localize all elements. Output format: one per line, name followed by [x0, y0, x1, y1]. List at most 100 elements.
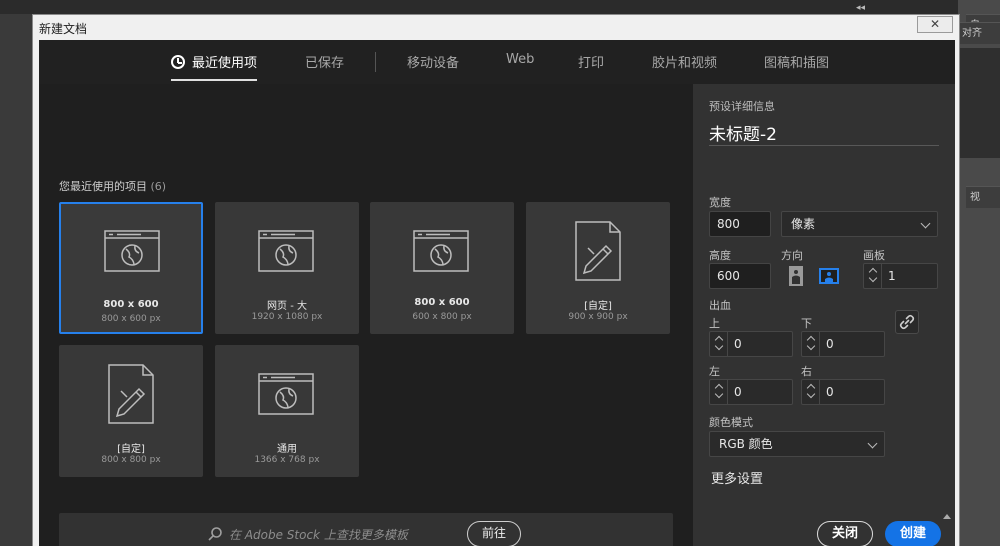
tab-mobile[interactable]: 移动设备 [407, 52, 459, 71]
preset-dimensions: 800 x 600 px [101, 314, 161, 324]
panel-tab-align[interactable]: 对齐 [958, 22, 1000, 44]
link-icon[interactable] [895, 310, 919, 334]
artboard-stepper[interactable]: 1 [863, 263, 938, 289]
bleed-bottom-value: 0 [826, 337, 834, 351]
bleed-top-stepper[interactable]: 0 [709, 331, 793, 357]
color-mode-value: RGB 颜色 [719, 437, 773, 451]
preset-card-6[interactable]: 通用 1366 x 768 px [215, 345, 359, 477]
preset-name: 网页 - 大 [267, 301, 307, 312]
preset-dimensions: 1920 x 1080 px [251, 312, 323, 322]
dialog-title: 新建文档 [39, 22, 88, 36]
stepper-arrows[interactable] [710, 332, 728, 356]
tab-active-underline [171, 79, 258, 81]
bleed-left-stepper[interactable]: 0 [709, 379, 793, 405]
preset-dimensions: 800 x 800 px [101, 455, 161, 465]
chevron-down-icon [920, 218, 931, 229]
color-mode-select[interactable]: RGB 颜色 [709, 431, 885, 457]
title-underline [709, 145, 939, 146]
chevron-down-icon [806, 341, 816, 351]
width-input[interactable]: 800 [709, 211, 771, 237]
document-pencil-icon [59, 361, 203, 427]
tab-web[interactable]: Web [506, 52, 534, 67]
chevron-down-icon [806, 389, 816, 399]
preset-name: [自定] [584, 301, 612, 312]
app-top-bar: ◂◂ [0, 0, 1000, 14]
recent-label-text: 您最近使用的项目 [59, 180, 147, 193]
unit-value: 像素 [791, 217, 816, 231]
bleed-top-label: 上 [709, 317, 720, 330]
preset-name: 通用 [277, 444, 297, 455]
panel-tab-view[interactable]: 视 [966, 186, 1000, 208]
preset-dimensions: 600 x 800 px [412, 312, 472, 322]
preset-name: 800 x 600 [414, 297, 470, 308]
height-input[interactable]: 600 [709, 263, 771, 289]
bleed-top-value: 0 [734, 337, 742, 351]
orientation-label: 方向 [781, 249, 803, 262]
preset-card-5[interactable]: [自定] 800 x 800 px [59, 345, 203, 477]
bleed-bottom-stepper[interactable]: 0 [801, 331, 885, 357]
bleed-left-value: 0 [734, 385, 742, 399]
document-pencil-icon [526, 218, 670, 284]
stepper-arrows[interactable] [802, 380, 820, 404]
preset-card-4[interactable]: [自定] 900 x 900 px [526, 202, 670, 334]
preset-details-panel: 预设详细信息 未标题-2 宽度 800 像素 高度 600 方向 画板 1 出血… [693, 84, 955, 546]
close-icon[interactable]: ✕ [917, 16, 953, 33]
chevron-down-icon [714, 341, 724, 351]
landscape-icon[interactable] [818, 265, 840, 287]
new-document-dialog: 新建文档 ✕ 最近使用项 已保存 移动设备 Web 打印 胶片和视频 图稿和插图… [32, 14, 960, 546]
collapse-panel-icon[interactable]: ◂◂ [856, 3, 865, 13]
preset-card-2[interactable]: 网页 - 大 1920 x 1080 px [215, 202, 359, 334]
tab-art-illustration[interactable]: 图稿和插图 [764, 52, 829, 71]
app-right-panel: 自 对齐 视 [958, 0, 1000, 546]
width-label: 宽度 [709, 196, 731, 209]
dialog-content: 最近使用项 已保存 移动设备 Web 打印 胶片和视频 图稿和插图 您最近使用的… [39, 40, 955, 546]
web-icon [370, 224, 514, 284]
color-mode-label: 颜色模式 [709, 416, 753, 429]
tab-print[interactable]: 打印 [578, 52, 604, 71]
preset-card-1[interactable]: 800 x 600 800 x 600 px [59, 202, 203, 334]
bleed-right-value: 0 [826, 385, 834, 399]
chevron-down-icon [868, 273, 878, 283]
stepper-arrows[interactable] [864, 264, 882, 288]
stock-search-input[interactable]: 在 Adobe Stock 上查找更多模板 [229, 526, 408, 543]
presets-panel: 您最近使用的项目 (6) 800 x 600 800 x 600 px 网页 -… [39, 84, 693, 546]
category-tabs: 最近使用项 已保存 移动设备 Web 打印 胶片和视频 图稿和插图 [39, 40, 955, 84]
tab-film-video[interactable]: 胶片和视频 [652, 52, 717, 71]
preset-name: 800 x 600 [103, 299, 159, 310]
preset-dimensions: 900 x 900 px [568, 312, 628, 322]
portrait-icon[interactable] [785, 265, 807, 287]
preset-card-3[interactable]: 800 x 600 600 x 800 px [370, 202, 514, 334]
tab-label: 最近使用项 [192, 56, 258, 71]
stepper-arrows[interactable] [710, 380, 728, 404]
recent-items-label: 您最近使用的项目 (6) [59, 178, 166, 194]
web-icon [215, 224, 359, 284]
document-name-input[interactable]: 未标题-2 [709, 120, 777, 145]
chevron-down-icon [714, 389, 724, 399]
create-button[interactable]: 创建 [885, 521, 941, 546]
tab-recent[interactable]: 最近使用项 [171, 52, 258, 81]
clock-icon [171, 55, 185, 69]
unit-select[interactable]: 像素 [781, 211, 938, 237]
close-button[interactable]: 关闭 [817, 521, 873, 546]
chevron-down-icon [867, 438, 878, 449]
tab-divider [375, 52, 376, 72]
go-button[interactable]: 前往 [467, 521, 521, 546]
tab-saved[interactable]: 已保存 [305, 52, 344, 71]
preset-name: [自定] [117, 444, 145, 455]
artboard-value: 1 [888, 269, 896, 283]
more-settings-link[interactable]: 更多设置 [711, 468, 763, 487]
details-heading: 预设详细信息 [709, 100, 775, 113]
web-icon [61, 226, 201, 286]
preset-dimensions: 1366 x 768 px [254, 455, 320, 465]
scroll-up-arrow-icon[interactable] [943, 514, 951, 519]
stepper-arrows[interactable] [802, 332, 820, 356]
dialog-titlebar: 新建文档 ✕ [33, 15, 959, 39]
bleed-right-stepper[interactable]: 0 [801, 379, 885, 405]
bleed-right-label: 右 [801, 365, 812, 378]
recent-count: (6) [150, 180, 167, 193]
bleed-bottom-label: 下 [801, 317, 812, 330]
bleed-left-label: 左 [709, 365, 720, 378]
panel-area [958, 48, 1000, 158]
search-icon [207, 526, 223, 546]
web-icon [215, 367, 359, 427]
